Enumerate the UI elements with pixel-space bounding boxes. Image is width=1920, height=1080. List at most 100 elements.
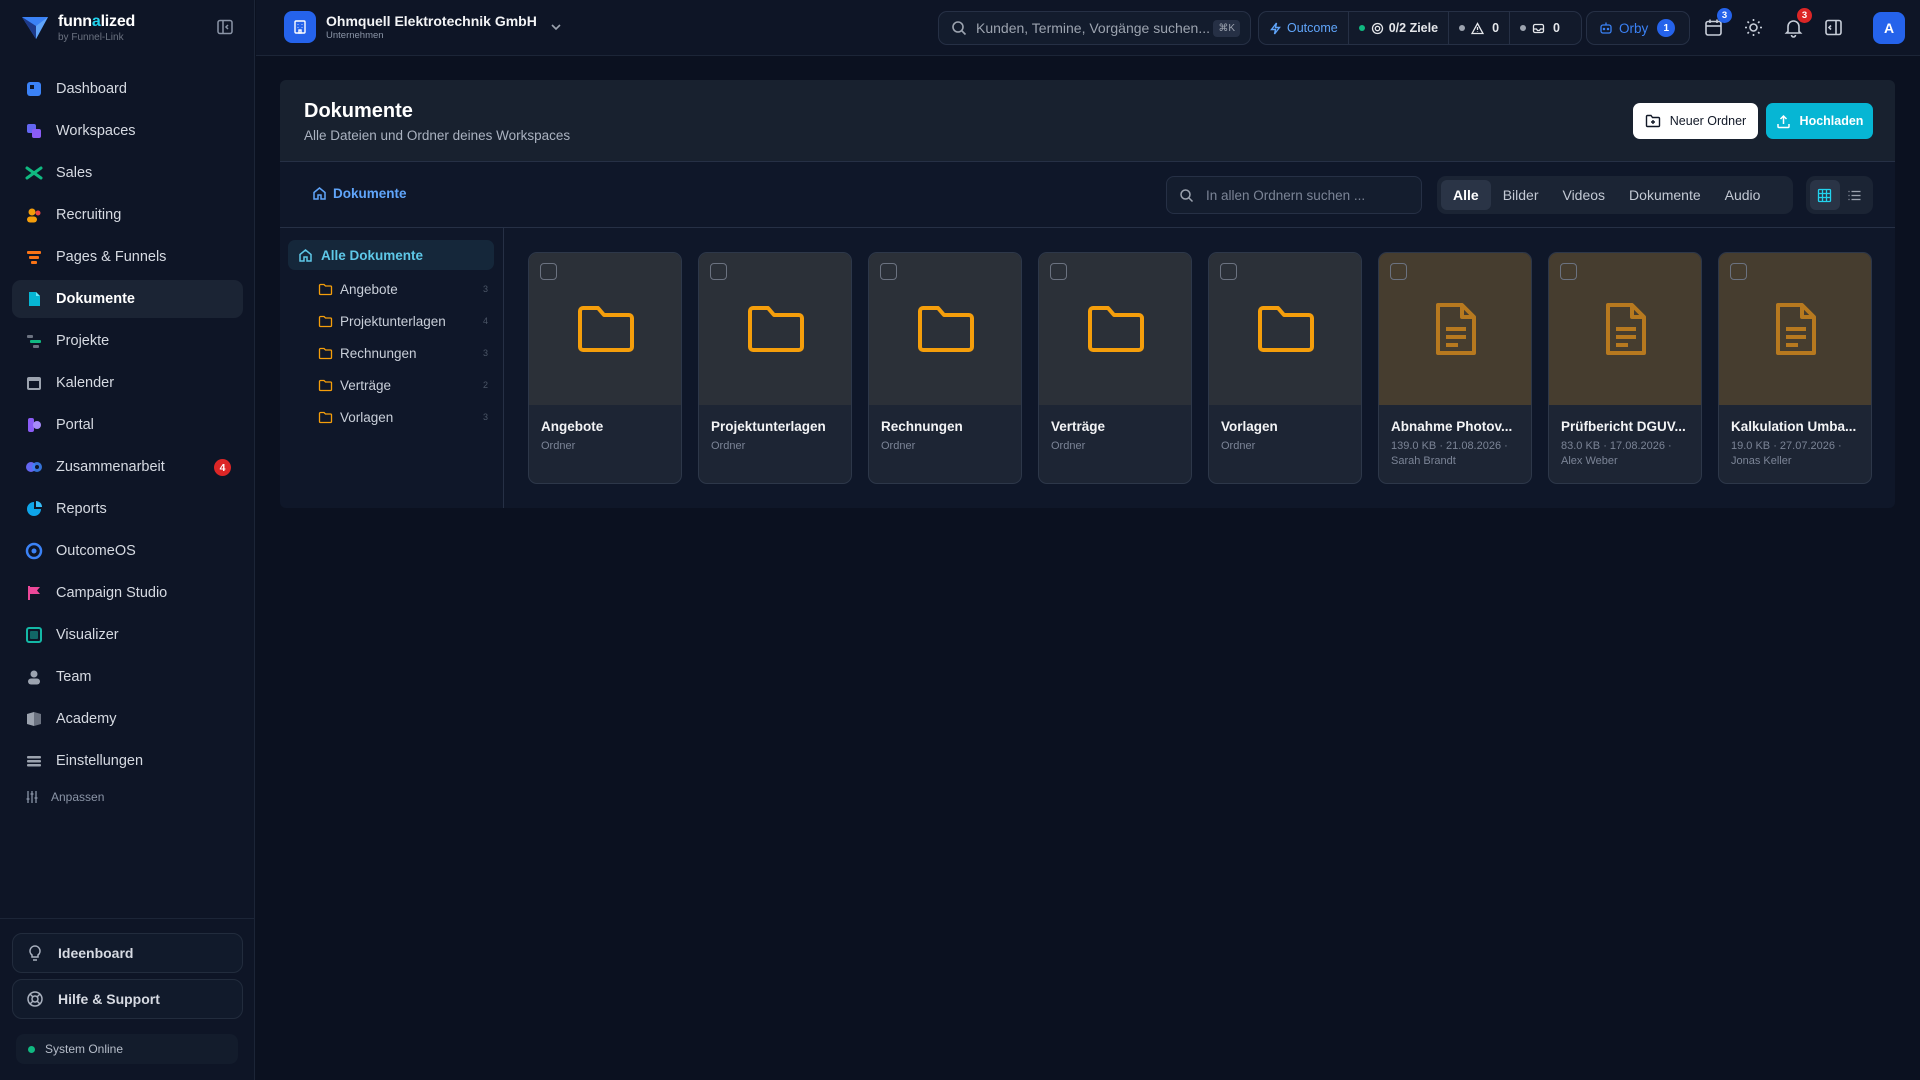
sidebar-item-reports[interactable]: Reports bbox=[12, 490, 243, 528]
file-card[interactable]: Kalkulation Umba... 19.0 KB · 27.07.2026 … bbox=[1718, 252, 1872, 484]
inbox-icon bbox=[1532, 23, 1545, 33]
grid-view-button[interactable] bbox=[1810, 180, 1840, 210]
orby-assistant-button[interactable]: Orby 1 bbox=[1586, 11, 1690, 45]
card-meta: Ordner bbox=[1051, 439, 1185, 454]
sidebar-item-portal[interactable]: Portal bbox=[12, 406, 243, 444]
tree-folder-label: Verträge bbox=[340, 377, 392, 393]
document-icon bbox=[1606, 303, 1646, 355]
select-checkbox[interactable] bbox=[1390, 263, 1407, 280]
ideaboard-label: Ideenboard bbox=[58, 945, 134, 961]
card-meta-line1: 139.0 KB · 21.08.2026 · bbox=[1391, 440, 1508, 452]
system-status: System Online bbox=[16, 1034, 238, 1064]
breadcrumb[interactable]: Dokumente bbox=[312, 186, 407, 201]
sidebar-item-einstellungen[interactable]: Einstellungen bbox=[12, 742, 243, 780]
sidebar-item-label: Team bbox=[56, 669, 92, 685]
search-shortcut: ⌘K bbox=[1213, 20, 1240, 37]
sidebar-item-dashboard[interactable]: Dashboard bbox=[12, 70, 243, 108]
brand-logo[interactable]: funnalized by Funnel-Link bbox=[20, 8, 135, 48]
sidebar-item-projekte[interactable]: Projekte bbox=[12, 322, 243, 360]
select-checkbox[interactable] bbox=[710, 263, 727, 280]
sidebar-item-team[interactable]: Team bbox=[12, 658, 243, 696]
mail-indicator[interactable]: 0 bbox=[1509, 12, 1570, 44]
new-folder-button[interactable]: Neuer Ordner bbox=[1633, 103, 1758, 139]
sidebar-item-label: Pages & Funnels bbox=[56, 249, 167, 265]
folder-icon bbox=[318, 347, 333, 359]
sales-icon bbox=[25, 166, 43, 180]
list-view-button[interactable] bbox=[1840, 180, 1870, 210]
help-support-button[interactable]: Hilfe & Support bbox=[12, 979, 243, 1019]
file-card[interactable]: Abnahme Photov... 139.0 KB · 21.08.2026 ·… bbox=[1378, 252, 1532, 484]
card-meta-line2: Alex Weber bbox=[1561, 455, 1618, 467]
filter-tab-audio[interactable]: Audio bbox=[1713, 180, 1773, 210]
select-checkbox[interactable] bbox=[1220, 263, 1237, 280]
sidebar-item-label: OutcomeOS bbox=[56, 543, 136, 559]
tree-root-all-documents[interactable]: Alle Dokumente bbox=[288, 240, 494, 270]
card-meta: 139.0 KB · 21.08.2026 · Sarah Brandt bbox=[1391, 439, 1525, 469]
tree-folder-verträge[interactable]: Verträge 2 bbox=[318, 372, 488, 398]
search-icon bbox=[952, 21, 967, 36]
filter-tab-alle[interactable]: Alle bbox=[1441, 180, 1491, 210]
filter-tab-bilder[interactable]: Bilder bbox=[1491, 180, 1551, 210]
home-icon bbox=[313, 187, 326, 200]
select-checkbox[interactable] bbox=[880, 263, 897, 280]
new-folder-label: Neuer Ordner bbox=[1669, 114, 1747, 128]
filter-tab-videos[interactable]: Videos bbox=[1550, 180, 1617, 210]
tree-folder-rechnungen[interactable]: Rechnungen 3 bbox=[318, 340, 488, 366]
mail-status-dot bbox=[1520, 25, 1527, 31]
breadcrumb-label: Dokumente bbox=[333, 186, 407, 201]
status-group: Outcome 0/2 Ziele 0 0 bbox=[1258, 11, 1582, 45]
sidebar-item-campaign-studio[interactable]: Campaign Studio bbox=[12, 574, 243, 612]
sidebar-item-visualizer[interactable]: Visualizer bbox=[12, 616, 243, 654]
folder-card[interactable]: Verträge Ordner bbox=[1038, 252, 1192, 484]
tree-folder-count: 3 bbox=[482, 348, 488, 358]
customize-nav-button[interactable]: Anpassen bbox=[12, 784, 243, 810]
sidebar-item-recruiting[interactable]: Recruiting bbox=[12, 196, 243, 234]
sidebar-item-pages-funnels[interactable]: Pages & Funnels bbox=[12, 238, 243, 276]
panel-toggle-icon[interactable] bbox=[1823, 17, 1844, 38]
card-name: Angebote bbox=[541, 419, 604, 434]
folder-card[interactable]: Rechnungen Ordner bbox=[868, 252, 1022, 484]
sidebar-item-workspaces[interactable]: Workspaces bbox=[12, 112, 243, 150]
sidebar-item-academy[interactable]: Academy bbox=[12, 700, 243, 738]
folder-search-input[interactable]: In allen Ordnern suchen ... bbox=[1166, 176, 1422, 214]
select-checkbox[interactable] bbox=[1560, 263, 1577, 280]
outcome-button[interactable]: Outcome bbox=[1259, 12, 1348, 44]
goals-indicator[interactable]: 0/2 Ziele bbox=[1347, 12, 1448, 44]
theme-sun-icon[interactable] bbox=[1743, 17, 1764, 38]
select-checkbox[interactable] bbox=[1730, 263, 1747, 280]
sidebar-item-kalender[interactable]: Kalender bbox=[12, 364, 243, 402]
folder-card[interactable]: Angebote Ordner bbox=[528, 252, 682, 484]
ideaboard-button[interactable]: Ideenboard bbox=[12, 933, 243, 973]
collapse-sidebar-icon[interactable] bbox=[216, 18, 234, 36]
tree-folder-angebote[interactable]: Angebote 3 bbox=[318, 276, 488, 302]
sidebar-item-label: Zusammenarbeit bbox=[56, 459, 165, 475]
filter-tab-dokumente[interactable]: Dokumente bbox=[1617, 180, 1713, 210]
upload-button[interactable]: Hochladen bbox=[1766, 103, 1873, 139]
tree-folder-vorlagen[interactable]: Vorlagen 3 bbox=[318, 404, 488, 430]
select-checkbox[interactable] bbox=[540, 263, 557, 280]
company-switcher[interactable]: Ohmquell Elektrotechnik GmbH Unternehmen bbox=[284, 11, 563, 43]
tree-folder-projektunterlagen[interactable]: Projektunterlagen 4 bbox=[318, 308, 488, 334]
card-meta: Ordner bbox=[881, 439, 1015, 454]
reports-icon bbox=[27, 501, 42, 516]
sidebar-item-dokumente[interactable]: Dokumente bbox=[12, 280, 243, 318]
lifebuoy-icon bbox=[27, 991, 43, 1007]
card-name: Prüfbericht DGUV... bbox=[1561, 419, 1686, 434]
list-icon bbox=[1848, 190, 1861, 200]
settings-icon bbox=[27, 756, 41, 767]
alerts-indicator[interactable]: 0 bbox=[1448, 12, 1509, 44]
sidebar-item-sales[interactable]: Sales bbox=[12, 154, 243, 192]
academy-icon bbox=[27, 712, 41, 726]
grid-icon bbox=[1818, 188, 1832, 202]
sidebar-item-outcomeos[interactable]: OutcomeOS bbox=[12, 532, 243, 570]
select-checkbox[interactable] bbox=[1050, 263, 1067, 280]
file-card[interactable]: Prüfbericht DGUV... 83.0 KB · 17.08.2026 … bbox=[1548, 252, 1702, 484]
card-meta: Ordner bbox=[1221, 439, 1355, 454]
documents-grid: Angebote Ordner Projektunterlagen Ordner Rec… bbox=[528, 252, 1878, 484]
user-avatar[interactable]: A bbox=[1873, 12, 1905, 44]
folder-icon bbox=[748, 306, 804, 352]
global-search-input[interactable]: Kunden, Termine, Vorgänge suchen... ⌘K bbox=[938, 11, 1251, 45]
folder-card[interactable]: Projektunterlagen Ordner bbox=[698, 252, 852, 484]
folder-card[interactable]: Vorlagen Ordner bbox=[1208, 252, 1362, 484]
sidebar-item-zusammenarbeit[interactable]: Zusammenarbeit 4 bbox=[12, 448, 243, 486]
